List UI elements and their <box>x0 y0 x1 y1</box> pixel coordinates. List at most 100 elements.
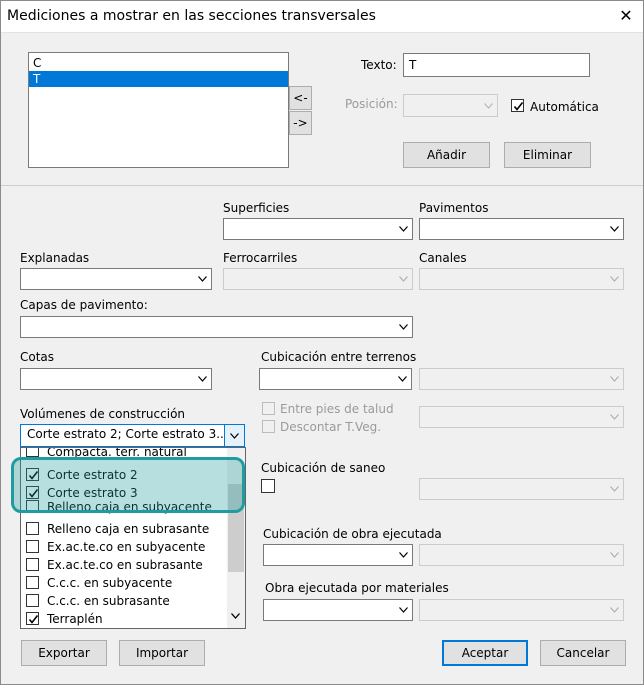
superficies-label: Superficies <box>223 201 290 215</box>
chevron-down-icon <box>610 552 619 558</box>
capas-select[interactable] <box>20 316 413 338</box>
volumenes-select[interactable]: Corte estrato 2; Corte estrato 3... <box>20 424 245 447</box>
move-right-label: -> <box>293 116 308 130</box>
item-checkbox[interactable] <box>26 594 39 607</box>
check-icon <box>28 615 39 624</box>
item-checkbox[interactable] <box>26 612 39 625</box>
cotas-select[interactable] <box>20 368 212 390</box>
chevron-down-icon[interactable] <box>231 608 240 622</box>
chevron-down-icon <box>230 432 239 439</box>
add-button[interactable]: Añadir <box>403 142 490 168</box>
dropdown-scrollbar[interactable] <box>227 448 245 628</box>
close-icon[interactable]: ✕ <box>617 7 635 25</box>
descontar-checkbox <box>262 420 275 433</box>
move-left-button[interactable]: <- <box>289 86 312 110</box>
list-item[interactable]: Compacta. terr. natural <box>21 448 225 467</box>
item-checkbox[interactable] <box>26 468 39 481</box>
title-bar: Mediciones a mostrar en las secciones tr… <box>1 1 643 33</box>
list-item[interactable]: Ex.ac.te.co en subrasante <box>21 556 225 574</box>
item-checkbox[interactable] <box>26 448 39 457</box>
capas-label: Capas de pavimento: <box>20 298 148 312</box>
descontar-label: Descontar T.Veg. <box>280 420 382 434</box>
saneo-checkbox[interactable] <box>261 479 275 493</box>
move-right-button[interactable]: -> <box>289 111 312 135</box>
list-item[interactable]: Terraplén <box>21 610 225 628</box>
item-label: Relleno caja en subyacente <box>47 500 212 514</box>
item-label: Terraplén <box>47 612 103 626</box>
list-item[interactable]: C.c.c. en subrasante <box>21 592 225 610</box>
posicion-label: Posición: <box>345 97 398 111</box>
accept-label: Aceptar <box>461 646 509 660</box>
import-button[interactable]: Importar <box>119 640 205 666</box>
remove-button[interactable]: Eliminar <box>504 142 591 168</box>
chevron-down-icon <box>399 324 408 330</box>
item-label: C.c.c. en subyacente <box>47 576 173 590</box>
pavimentos-label: Pavimentos <box>419 201 489 215</box>
automatica-label: Automática <box>530 100 599 114</box>
canales-label: Canales <box>419 251 467 265</box>
canales-select <box>419 268 624 290</box>
pavimentos-select[interactable] <box>419 218 624 240</box>
item-checkbox[interactable] <box>26 558 39 571</box>
item-label: Corte estrato 3 <box>47 486 138 500</box>
list-item[interactable]: Ex.ac.te.co en subyacente <box>21 538 225 556</box>
chevron-down-icon <box>610 276 619 282</box>
chevron-down-icon <box>399 276 408 282</box>
chevron-down-icon <box>399 552 408 558</box>
item-label: Relleno caja en subrasante <box>47 522 210 536</box>
volumenes-dropdown-button[interactable] <box>224 425 244 446</box>
explanadas-select[interactable] <box>20 268 212 290</box>
import-label: Importar <box>135 646 189 660</box>
obra-materiales-select[interactable] <box>263 599 413 621</box>
saneo-label: Cubicación de saneo <box>261 461 386 475</box>
texto-input[interactable]: T <box>403 53 590 77</box>
chevron-down-icon <box>198 276 207 282</box>
item-checkbox[interactable] <box>26 540 39 553</box>
move-left-label: <- <box>293 91 308 105</box>
check-icon <box>28 489 39 498</box>
obra-ejecutada-select[interactable] <box>263 544 413 566</box>
chevron-down-icon <box>610 226 619 232</box>
superficies-select[interactable] <box>223 218 413 240</box>
cotas-label: Cotas <box>20 350 55 364</box>
automatica-checkbox[interactable] <box>511 99 524 112</box>
chevron-down-icon <box>399 607 408 613</box>
list-item[interactable]: C <box>29 55 288 71</box>
item-checkbox[interactable] <box>26 522 39 535</box>
ferrocarriles-label: Ferrocarriles <box>223 251 298 265</box>
cubicacion-terrenos-label: Cubicación entre terrenos <box>261 350 417 364</box>
volumenes-dropdown-list[interactable]: Compacta. terr. natural Corte estrato 2 … <box>20 447 246 629</box>
cubicacion-terrenos-select[interactable] <box>259 368 412 390</box>
separator <box>1 185 643 186</box>
list-item[interactable]: Relleno caja en subyacente <box>21 500 225 520</box>
obra-materiales-label: Obra ejecutada por materiales <box>265 581 449 595</box>
export-button[interactable]: Exportar <box>21 640 107 666</box>
volumenes-second-select <box>419 406 624 428</box>
item-label: Corte estrato 2 <box>47 468 138 482</box>
scrollbar-thumb[interactable] <box>228 484 244 572</box>
explanadas-label: Explanadas <box>20 251 90 265</box>
list-item[interactable]: Corte estrato 2 <box>21 466 225 484</box>
list-item-selected[interactable]: T <box>29 71 288 87</box>
obra-materiales-second-select <box>419 599 624 621</box>
item-label: Ex.ac.te.co en subyacente <box>47 540 206 554</box>
chevron-down-icon <box>610 414 619 420</box>
add-label: Añadir <box>426 148 467 162</box>
chevron-down-icon <box>610 607 619 613</box>
item-checkbox[interactable] <box>26 576 39 589</box>
dialog-window: Mediciones a mostrar en las secciones tr… <box>0 0 644 685</box>
texto-label: Texto: <box>361 58 397 72</box>
measurement-list[interactable]: C T <box>28 52 289 168</box>
list-item[interactable]: Relleno caja en subrasante <box>21 520 225 538</box>
texto-value: T <box>409 58 417 72</box>
accept-button[interactable]: Aceptar <box>442 640 528 666</box>
item-checkbox[interactable] <box>26 500 39 513</box>
cancel-button[interactable]: Cancelar <box>540 640 626 666</box>
remove-label: Eliminar <box>522 148 573 162</box>
item-label: Ex.ac.te.co en subrasante <box>47 558 203 572</box>
obra-ejecutada-second-select <box>419 544 624 566</box>
chevron-down-icon <box>610 376 619 382</box>
item-checkbox[interactable] <box>26 486 39 499</box>
list-item[interactable]: C.c.c. en subyacente <box>21 574 225 592</box>
entre-pies-checkbox <box>262 402 275 415</box>
